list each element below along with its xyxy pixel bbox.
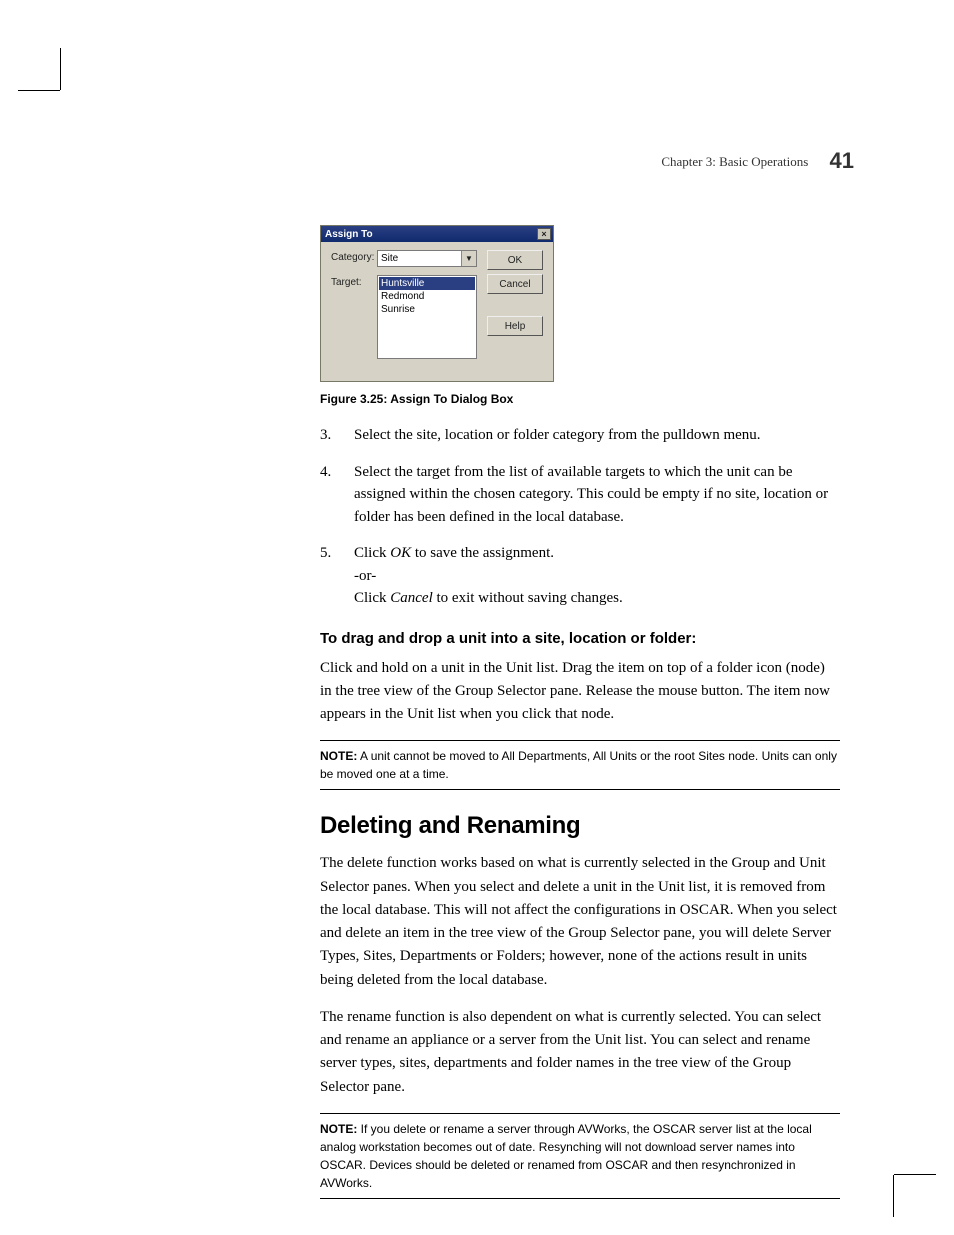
figure-caption: Figure 3.25: Assign To Dialog Box — [320, 392, 840, 406]
category-select[interactable]: Site ▼ — [377, 250, 477, 267]
note-text: A unit cannot be moved to All Department… — [320, 749, 837, 781]
note-label: NOTE: — [320, 749, 357, 763]
cancel-button[interactable]: Cancel — [487, 274, 543, 294]
crop-mark — [894, 1174, 936, 1175]
note-label: NOTE: — [320, 1122, 357, 1136]
assign-to-dialog: Assign To × Category: Site ▼ Target: — [320, 225, 554, 382]
ok-button[interactable]: OK — [487, 250, 543, 270]
list-item[interactable]: Huntsville — [379, 277, 475, 290]
step-number: 4. — [320, 461, 354, 529]
chevron-down-icon[interactable]: ▼ — [461, 251, 476, 266]
target-listbox[interactable]: Huntsville Redmond Sunrise — [377, 275, 477, 359]
step-number: 5. — [320, 542, 354, 610]
note-text: If you delete or rename a server through… — [320, 1122, 812, 1190]
crop-mark — [893, 1175, 894, 1217]
target-label: Target: — [331, 275, 377, 288]
crop-mark — [60, 48, 61, 90]
page-number: 41 — [830, 148, 854, 173]
list-item[interactable]: Redmond — [379, 290, 475, 303]
dialog-titlebar: Assign To × — [321, 226, 553, 242]
category-value: Site — [381, 253, 398, 264]
subheading-dragdrop: To drag and drop a unit into a site, loc… — [320, 630, 840, 647]
body-paragraph: The delete function works based on what … — [320, 852, 840, 992]
list-item[interactable]: Sunrise — [379, 303, 475, 316]
crop-mark — [18, 90, 60, 91]
dialog-title: Assign To — [325, 229, 373, 240]
step-text: Click OK to save the assignment. -or- Cl… — [354, 542, 840, 610]
step-text: Select the site, location or folder cate… — [354, 424, 840, 447]
body-paragraph: The rename function is also dependent on… — [320, 1006, 840, 1099]
close-icon[interactable]: × — [537, 228, 551, 240]
note-box: NOTE: If you delete or rename a server t… — [320, 1113, 840, 1199]
step-text: Select the target from the list of avail… — [354, 461, 840, 529]
running-header: Chapter 3: Basic Operations 41 — [661, 148, 854, 174]
help-button[interactable]: Help — [487, 316, 543, 336]
note-box: NOTE: A unit cannot be moved to All Depa… — [320, 740, 840, 790]
body-paragraph: Click and hold on a unit in the Unit lis… — [320, 657, 840, 727]
category-label: Category: — [331, 250, 377, 263]
step-number: 3. — [320, 424, 354, 447]
section-heading: Deleting and Renaming — [320, 812, 840, 840]
chapter-label: Chapter 3: Basic Operations — [661, 154, 808, 169]
